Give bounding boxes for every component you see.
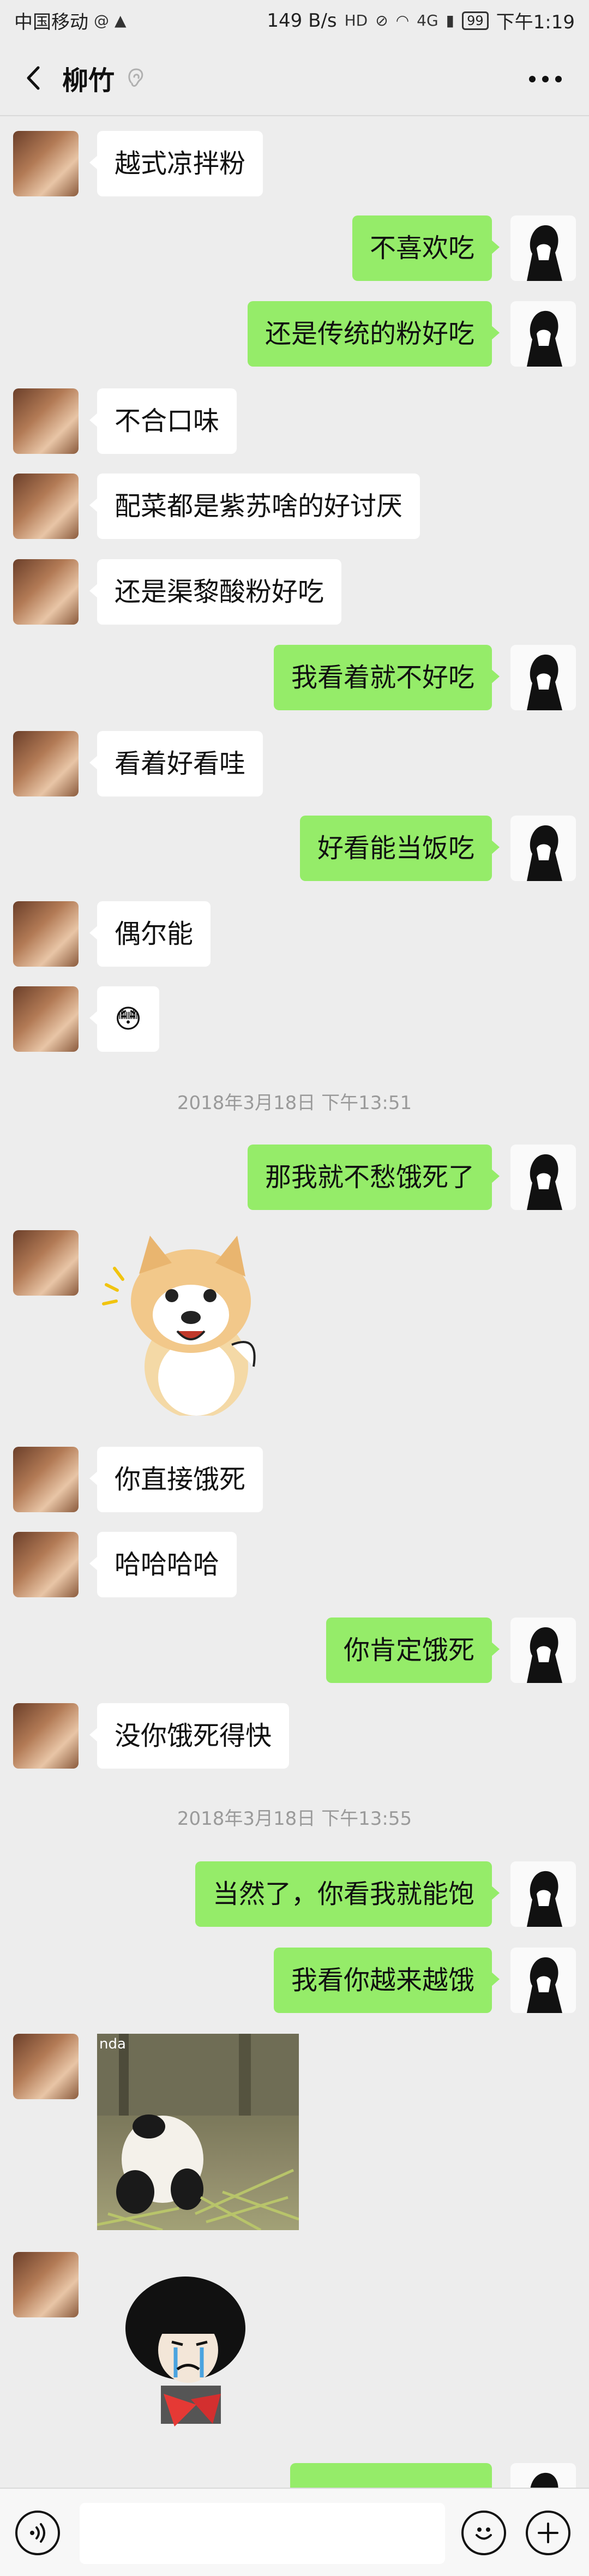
contact-avatar[interactable]: [13, 2034, 79, 2099]
signal-icon: ▮: [446, 11, 455, 29]
network-type: 4G: [417, 11, 438, 29]
voice-button[interactable]: [15, 2511, 60, 2555]
shiba-dog-sticker[interactable]: [101, 1230, 281, 1416]
status-bar: 中国移动 @ ▲ 149 B/s HD ⊘ ◠ 4G ▮ 99 下午1:19: [0, 0, 589, 41]
message-bubble[interactable]: 不喜欢吃: [352, 215, 500, 281]
contact-avatar[interactable]: [13, 901, 79, 967]
ear-icon: [128, 68, 143, 87]
my-avatar[interactable]: [510, 215, 576, 281]
back-button[interactable]: [17, 62, 50, 94]
my-avatar[interactable]: [510, 1861, 576, 1927]
panda-image: [97, 2034, 299, 2230]
chat-header: 柳竹: [0, 41, 589, 116]
spiral-icon: @: [94, 11, 109, 29]
my-avatar[interactable]: [510, 645, 576, 710]
app-notification-icon: ▲: [115, 11, 127, 29]
my-avatar[interactable]: [510, 1948, 576, 2013]
message-bubble[interactable]: 还是渠黎酸粉好吃: [89, 559, 342, 625]
message-bubble[interactable]: 没你饿死得快: [89, 1703, 290, 1769]
contact-avatar[interactable]: [13, 1447, 79, 1512]
clock: 下午1:19: [496, 11, 575, 33]
wifi-icon: ◠: [395, 11, 410, 29]
battery-icon: 99: [462, 11, 489, 30]
message-bubble[interactable]: 当然了，你看我就能饱: [195, 1861, 500, 1927]
message-bubble[interactable]: 不合口味: [89, 388, 237, 454]
timestamp: 2018年3月18日 下午13:51: [177, 1092, 412, 1114]
avatar-silhouette: [527, 1957, 562, 2013]
contact-avatar[interactable]: [13, 388, 79, 454]
my-avatar[interactable]: [510, 816, 576, 881]
message-bubble[interactable]: 看着好看哇: [89, 731, 263, 796]
emoji-button[interactable]: [461, 2511, 506, 2555]
emoji-bubble[interactable]: 😳: [89, 986, 160, 1052]
my-avatar[interactable]: [510, 1618, 576, 1683]
avatar-silhouette: [527, 1871, 562, 1927]
voice-icon: [30, 2523, 45, 2543]
carrier-label: 中国移动: [14, 11, 88, 33]
photo-watermark: nda: [99, 2036, 126, 2052]
more-functions-button[interactable]: [526, 2511, 570, 2555]
contact-avatar[interactable]: [13, 1230, 79, 1296]
network-speed: 149 B/s: [267, 9, 337, 32]
contact-avatar[interactable]: [13, 559, 79, 625]
message-bubble[interactable]: 偶尔能: [89, 901, 211, 967]
message-bubble[interactable]: 哈哈哈哈: [89, 1532, 237, 1597]
avatar-silhouette: [527, 654, 562, 710]
message-bubble[interactable]: 还是传统的粉好吃: [247, 301, 500, 367]
contact-avatar[interactable]: [13, 986, 79, 1052]
crying-mushroom-head-sticker[interactable]: [115, 2268, 267, 2443]
contact-avatar[interactable]: [13, 474, 79, 539]
message-bubble[interactable]: 好看能当饭吃: [299, 816, 500, 881]
message-bubble[interactable]: 我看着就不好吃: [273, 645, 500, 710]
more-options-button[interactable]: [524, 63, 567, 95]
message-bubble[interactable]: 那我就不愁饿死了: [247, 1145, 500, 1210]
contact-avatar[interactable]: [13, 2252, 79, 2317]
message-bubble[interactable]: 你肯定饿死: [326, 1618, 500, 1683]
plus-icon: [538, 2523, 558, 2543]
my-avatar[interactable]: [510, 301, 576, 367]
hd-icon: HD: [344, 11, 368, 29]
timestamp: 2018年3月18日 下午13:55: [177, 1808, 412, 1830]
emoji-icon: [476, 2527, 492, 2540]
my-avatar[interactable]: [510, 1145, 576, 1210]
chevron-left-icon: [27, 66, 40, 90]
mute-icon: ⊘: [375, 11, 388, 29]
more-dots-icon: [529, 76, 562, 82]
message-bubble[interactable]: 你直接饿死: [89, 1447, 263, 1512]
avatar-silhouette: [527, 1627, 562, 1683]
chat-input-bar: [0, 2488, 589, 2576]
message-input[interactable]: [80, 2503, 445, 2564]
message-bubble[interactable]: 越式凉拌粉: [89, 131, 263, 196]
avatar-silhouette: [527, 310, 562, 367]
contact-avatar[interactable]: [13, 731, 79, 796]
contact-avatar[interactable]: [13, 131, 79, 196]
avatar-silhouette: [527, 225, 562, 281]
panda-photo[interactable]: nda: [97, 2034, 299, 2230]
avatar-silhouette: [527, 825, 562, 881]
contact-avatar[interactable]: [13, 1703, 79, 1769]
avatar-silhouette: [527, 1154, 562, 1210]
message-bubble[interactable]: 我看你越来越饿: [273, 1948, 500, 2013]
message-bubble[interactable]: 配菜都是紫苏啥的好讨厌: [89, 474, 420, 539]
contact-avatar[interactable]: [13, 1532, 79, 1597]
chat-title: 柳竹: [62, 65, 115, 96]
